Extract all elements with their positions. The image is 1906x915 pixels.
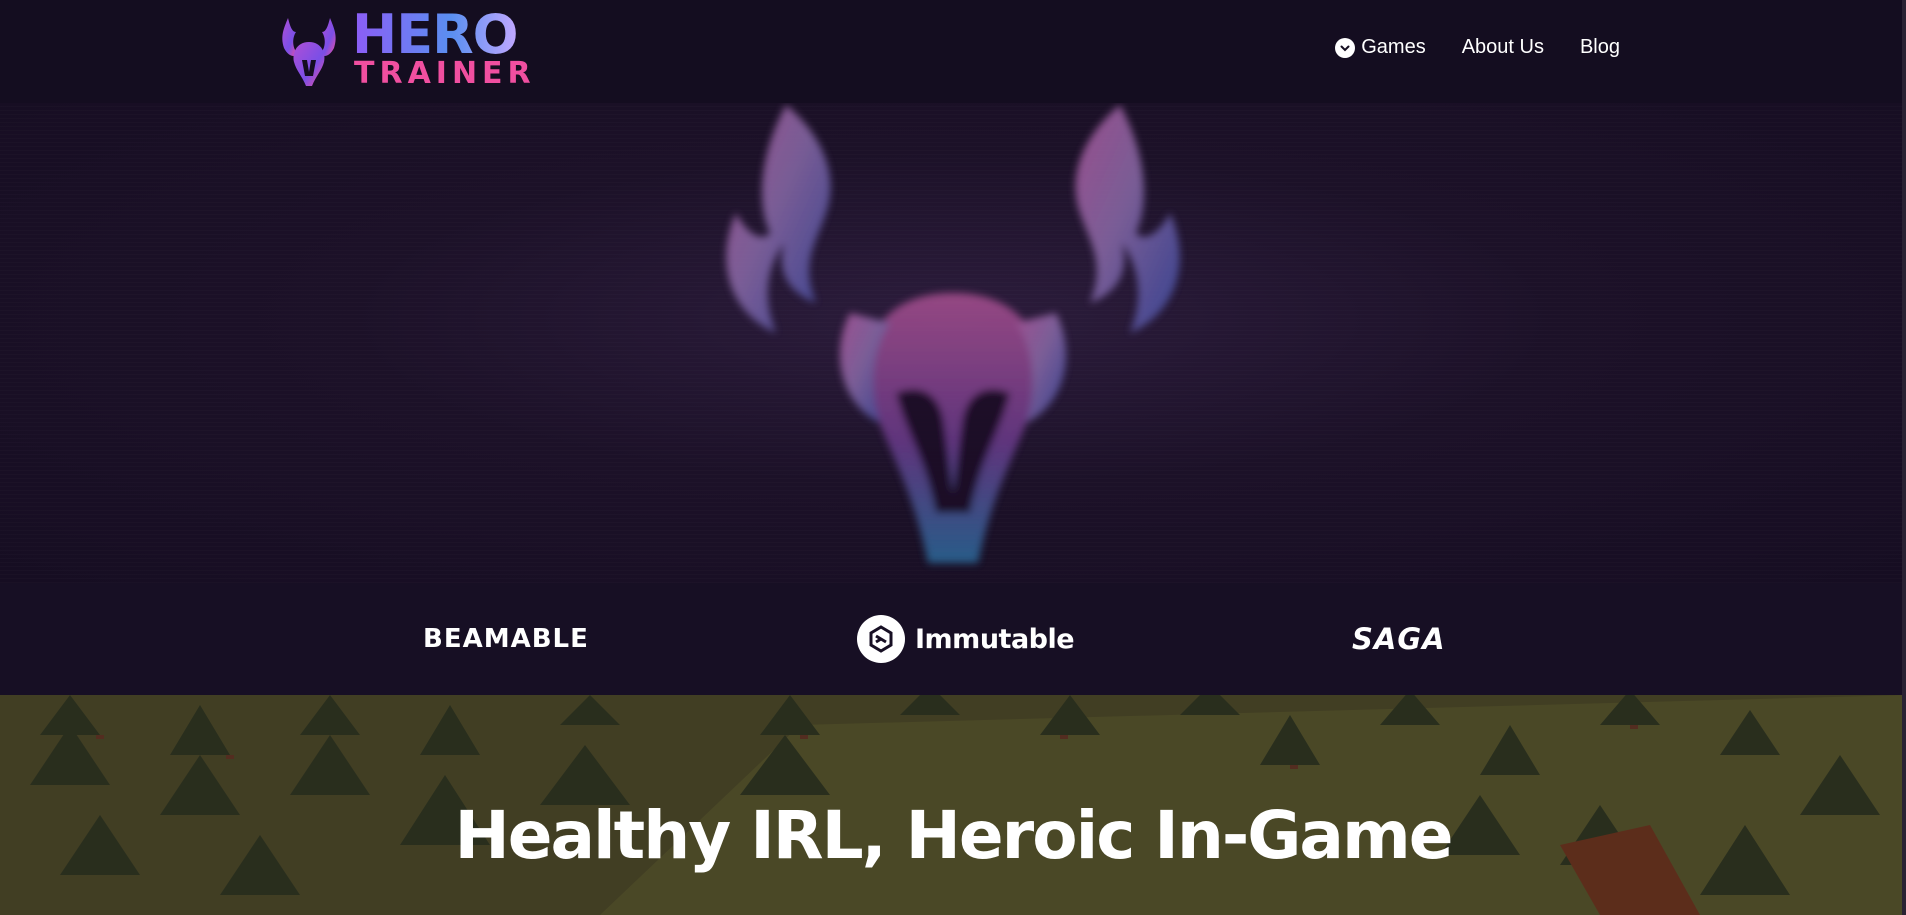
hero-emblem-icon bbox=[726, 105, 1180, 563]
hero-banner bbox=[0, 103, 1906, 583]
immutable-icon bbox=[857, 615, 905, 663]
nav-item-blog-label: Blog bbox=[1579, 36, 1620, 58]
partner-immutable-label: Immutable bbox=[915, 623, 1075, 655]
partners-strip: BEAMABLE Immutable SAGA bbox=[0, 583, 1906, 695]
site-header: HERO TRAINER Games About Us Blog bbox=[0, 0, 1906, 103]
page-scrollbar[interactable] bbox=[1902, 0, 1906, 915]
partner-saga-logo[interactable]: SAGA bbox=[1352, 583, 1446, 695]
nav-item-blog[interactable]: Blog bbox=[1580, 36, 1620, 59]
nav-item-games[interactable]: Games bbox=[1335, 36, 1426, 59]
main-nav: Games About Us Blog bbox=[1335, 36, 1620, 59]
partner-beamable-logo[interactable]: BEAMABLE bbox=[423, 583, 589, 695]
chevron-down-icon bbox=[1335, 37, 1356, 58]
helmet-flame-logo-icon bbox=[282, 18, 336, 86]
partner-immutable-logo[interactable]: Immutable bbox=[857, 583, 1075, 695]
partner-saga-label: SAGA bbox=[1352, 622, 1446, 656]
hero-trainer-logo[interactable]: HERO TRAINER bbox=[280, 4, 560, 91]
nav-item-about-us[interactable]: About Us bbox=[1462, 36, 1544, 59]
logo-wordmark-trainer: TRAINER bbox=[354, 56, 536, 91]
nav-item-games-label: Games bbox=[1361, 36, 1426, 58]
section-headline: Healthy IRL, Heroic In-Game bbox=[454, 797, 1454, 874]
nav-item-about-us-label: About Us bbox=[1461, 36, 1544, 58]
game-scene-section: Healthy IRL, Heroic In-Game bbox=[0, 695, 1906, 915]
partner-beamable-label: BEAMABLE bbox=[423, 624, 589, 654]
